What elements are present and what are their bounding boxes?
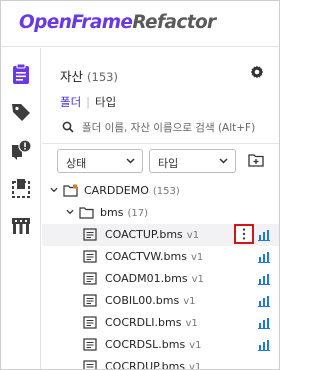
tree-file-row[interactable]: COADM01.bms v1 <box>42 268 279 290</box>
panel-divider <box>42 143 279 144</box>
tree-file-name: COACTUP.bms <box>105 228 183 241</box>
tree-file-row[interactable]: COCRDLI.bms v1 <box>42 312 279 334</box>
tree-root-label: CARDDEMO (153) <box>84 184 180 197</box>
status-filter-select[interactable]: 상태 <box>57 149 143 173</box>
tree-file-version: v1 <box>186 230 200 241</box>
tree-file-row[interactable]: COCRDUP.bms v1 <box>42 356 279 370</box>
project-folder-icon <box>63 184 78 197</box>
tree-file-label: COBIL00.bms v1 <box>105 294 195 307</box>
tab-folder[interactable]: 폴더 <box>60 95 81 109</box>
alert-icon <box>12 139 32 160</box>
tree-file-name: COACTVW.bms <box>105 250 187 263</box>
tab-type[interactable]: 타입 <box>95 95 116 109</box>
map-file-icon <box>83 360 97 369</box>
more-options-button[interactable] <box>234 224 254 244</box>
flow-icon <box>12 218 30 234</box>
more-vertical-icon <box>242 228 246 240</box>
tree-file-row[interactable]: COCRDSL.bms v1 <box>42 334 279 356</box>
map-file-icon <box>83 272 97 285</box>
tree-file-label: COACTUP.bms v1 <box>105 228 199 241</box>
tree-file-label: COADM01.bms v1 <box>105 272 204 285</box>
tree-folder-count: (17) <box>127 208 148 219</box>
tree-file-label: COCRDSL.bms v1 <box>105 338 201 351</box>
tree-file-version: v1 <box>185 318 198 329</box>
bar-chart-icon[interactable] <box>258 251 270 263</box>
tree-file-row[interactable]: COBIL00.bms v1 <box>42 290 279 312</box>
tree-root-count: (153) <box>152 186 180 197</box>
tree-file-name: COCRDLI.bms <box>105 316 182 329</box>
type-filter-label: 타입 <box>158 157 179 170</box>
tree-root-carddemo[interactable]: CARDDEMO (153) <box>42 180 279 202</box>
chevron-down-icon[interactable] <box>66 209 74 215</box>
tag-icon <box>12 104 30 121</box>
app-logo[interactable]: OpenFrameRefactor <box>19 12 216 33</box>
tree-root-name: CARDDEMO <box>84 184 149 197</box>
tree-folder-label: bms (17) <box>100 206 148 219</box>
chevron-down-icon <box>219 158 228 164</box>
sidebar-item-tags[interactable] <box>1 96 41 128</box>
bar-chart-icon[interactable] <box>258 339 270 351</box>
tree-file-name: COBIL00.bms <box>105 294 180 307</box>
bar-chart-icon[interactable] <box>258 273 270 285</box>
tree-folder-bms[interactable]: bms (17) <box>42 202 279 224</box>
app-window: OpenFrameRefactor 자산 (153) 폴더 | 타입 폴더 이름… <box>0 0 280 370</box>
bar-chart-icon[interactable] <box>258 295 270 307</box>
tree-file-version: v1 <box>189 340 202 351</box>
bar-chart-icon[interactable] <box>258 317 270 329</box>
logo-refactor: Refactor <box>132 12 216 33</box>
search-input[interactable] <box>82 118 272 138</box>
clipboard-icon <box>13 63 29 84</box>
sidebar-item-flow[interactable] <box>1 210 41 242</box>
tab-separator: | <box>86 95 91 109</box>
chevron-down-icon <box>126 158 135 164</box>
tree-file-name: COCRDUP.bms <box>105 360 186 370</box>
status-filter-label: 상태 <box>66 157 87 170</box>
assets-panel: 자산(153) 폴더|타입 상태 타입 <box>42 48 279 370</box>
tree-file-name: COADM01.bms <box>105 272 188 285</box>
bar-chart-icon[interactable] <box>258 229 270 241</box>
tree-file-label: COCRDLI.bms v1 <box>105 316 198 329</box>
tree-file-row[interactable]: COACTVW.bms v1 <box>42 246 279 268</box>
tree-file-version: v1 <box>191 274 204 285</box>
tree-folder-name: bms <box>100 206 124 219</box>
search-box <box>60 118 272 138</box>
map-file-icon <box>83 250 97 263</box>
panel-title: 자산 (153) <box>60 66 118 85</box>
sidebar-item-scope[interactable] <box>1 172 41 204</box>
activity-sidebar <box>1 48 41 369</box>
chevron-down-icon[interactable] <box>50 187 58 193</box>
tree-file-label: COACTVW.bms v1 <box>105 250 203 263</box>
map-file-icon <box>83 228 97 241</box>
folder-icon <box>79 207 94 219</box>
sidebar-item-issues[interactable] <box>1 134 41 166</box>
sidebar-item-assets[interactable] <box>1 58 41 90</box>
type-filter-select[interactable]: 타입 <box>149 149 236 173</box>
tree-file-version: v1 <box>189 362 202 370</box>
app-header: OpenFrameRefactor <box>1 1 279 47</box>
search-icon <box>62 121 74 133</box>
panel-title-text: 자산 <box>60 69 84 84</box>
tree-file-row[interactable]: COACTUP.bms v1 <box>42 224 279 246</box>
tree-file-name: COCRDSL.bms <box>105 338 186 351</box>
panel-title-count: (153) <box>87 70 118 84</box>
tree-file-label: COCRDUP.bms v1 <box>105 360 202 370</box>
dashed-box-icon <box>12 179 30 198</box>
tree-file-version: v1 <box>190 252 204 263</box>
map-file-icon <box>83 316 97 329</box>
settings-gear-icon[interactable] <box>250 65 264 79</box>
view-tabs: 폴더 | 타입 <box>60 94 116 110</box>
new-folder-icon[interactable] <box>248 153 264 167</box>
map-file-icon <box>83 294 97 307</box>
map-file-icon <box>83 338 97 351</box>
tree-file-version: v1 <box>183 296 196 307</box>
logo-openframe: OpenFrame <box>19 12 133 33</box>
